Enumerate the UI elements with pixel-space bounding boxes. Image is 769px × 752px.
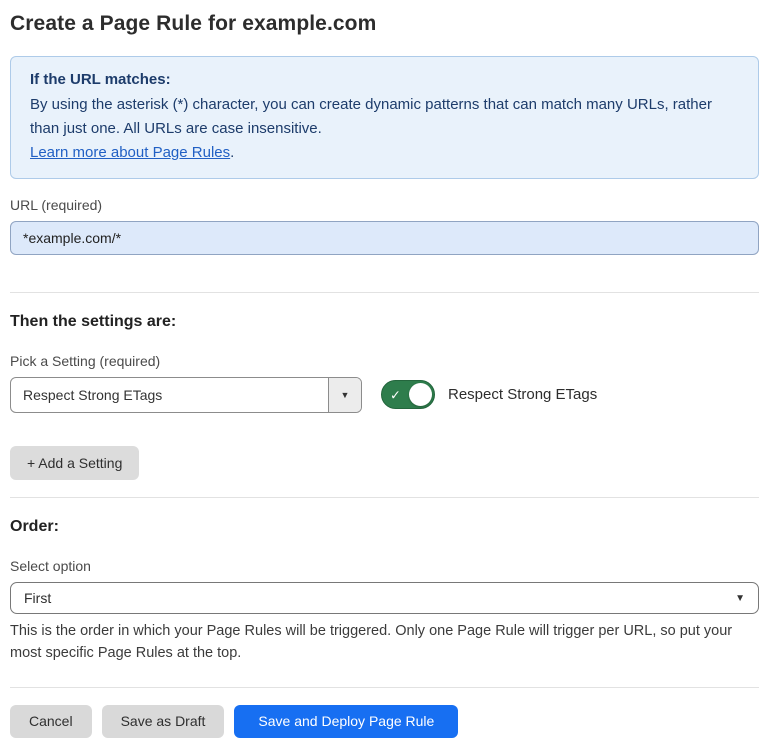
etag-toggle-group: ✓ Respect Strong ETags bbox=[381, 380, 597, 409]
save-draft-button[interactable]: Save as Draft bbox=[102, 705, 225, 738]
settings-section-heading: Then the settings are: bbox=[10, 313, 759, 331]
setting-select[interactable]: Respect Strong ETags ▼ bbox=[10, 377, 362, 413]
url-field-label: URL (required) bbox=[10, 197, 759, 213]
toggle-knob bbox=[409, 383, 432, 406]
order-select-value: First bbox=[24, 590, 51, 606]
check-icon: ✓ bbox=[390, 388, 401, 401]
chevron-down-icon: ▼ bbox=[341, 391, 350, 400]
order-select[interactable]: First ▼ bbox=[10, 582, 759, 614]
add-setting-button[interactable]: + Add a Setting bbox=[10, 446, 139, 480]
section-divider bbox=[10, 497, 759, 498]
url-match-info-box: If the URL matches: By using the asteris… bbox=[10, 56, 759, 179]
section-divider bbox=[10, 292, 759, 293]
setting-picker-column: Pick a Setting (required) Respect Strong… bbox=[10, 353, 362, 413]
setting-row: Pick a Setting (required) Respect Strong… bbox=[10, 353, 759, 413]
order-section-heading: Order: bbox=[10, 518, 759, 536]
learn-more-link[interactable]: Learn more about Page Rules bbox=[30, 144, 230, 161]
setting-select-value: Respect Strong ETags bbox=[11, 378, 328, 412]
toggle-label: Respect Strong ETags bbox=[448, 386, 597, 403]
save-deploy-button[interactable]: Save and Deploy Page Rule bbox=[234, 705, 458, 738]
create-page-rule-form: Create a Page Rule for example.com If th… bbox=[0, 0, 769, 752]
info-box-body: By using the asterisk (*) character, you… bbox=[30, 93, 739, 165]
page-title: Create a Page Rule for example.com bbox=[10, 12, 759, 36]
setting-select-arrow-button[interactable]: ▼ bbox=[328, 378, 361, 412]
chevron-down-icon: ▼ bbox=[735, 593, 745, 604]
footer-button-bar: Cancel Save as Draft Save and Deploy Pag… bbox=[10, 705, 759, 738]
section-divider bbox=[10, 687, 759, 688]
setting-picker-label: Pick a Setting (required) bbox=[10, 353, 362, 369]
cancel-button[interactable]: Cancel bbox=[10, 705, 92, 738]
link-period: . bbox=[230, 144, 234, 161]
info-box-body-text: By using the asterisk (*) character, you… bbox=[30, 96, 712, 137]
url-input[interactable] bbox=[10, 221, 759, 255]
respect-strong-etags-toggle[interactable]: ✓ bbox=[381, 380, 435, 409]
order-select-label: Select option bbox=[10, 558, 759, 574]
info-box-heading: If the URL matches: bbox=[30, 68, 739, 92]
url-section: URL (required) bbox=[10, 197, 759, 255]
order-help-text: This is the order in which your Page Rul… bbox=[10, 620, 759, 665]
